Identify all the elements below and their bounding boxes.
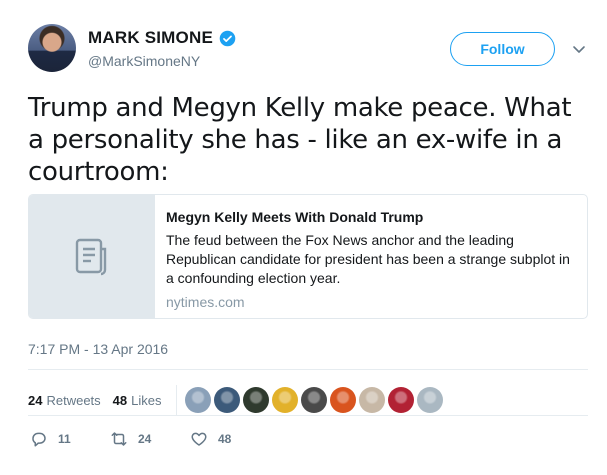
author-avatar[interactable] — [28, 24, 76, 72]
verified-badge-icon — [219, 30, 236, 47]
retweet-icon — [111, 432, 127, 446]
liker-avatar[interactable] — [329, 387, 356, 413]
retweet-action[interactable]: 24 — [110, 430, 190, 448]
liker-avatar[interactable] — [358, 387, 385, 413]
heart-icon — [191, 432, 207, 446]
liker-avatar[interactable] — [387, 387, 414, 413]
divider — [28, 415, 588, 416]
follow-button[interactable]: Follow — [450, 32, 555, 66]
likes-stat[interactable]: 48 Likes — [113, 393, 162, 408]
card-description: The feud between the Fox News anchor and… — [166, 232, 570, 286]
stats-separator — [175, 385, 177, 415]
tweet-actions: 11 24 48 — [30, 430, 270, 448]
author-handle[interactable]: @MarkSimoneNY — [88, 53, 200, 69]
divider — [28, 369, 588, 370]
likes-count: 48 — [112, 392, 128, 408]
author-display-name[interactable]: MARK SIMONE — [88, 28, 213, 48]
liker-avatar[interactable] — [271, 387, 298, 413]
tweet-timestamp[interactable]: 7:17 PM - 13 Apr 2016 — [28, 341, 168, 357]
retweets-stat[interactable]: 24 Retweets — [28, 393, 101, 408]
liker-avatar[interactable] — [213, 387, 240, 413]
like-count: 48 — [218, 432, 232, 446]
retweets-count: 24 — [28, 392, 43, 408]
liker-avatar[interactable] — [184, 387, 211, 413]
card-domain: nytimes.com — [166, 294, 245, 310]
tweet-stats: 24 Retweets 48 Likes — [28, 385, 443, 415]
retweet-count: 24 — [138, 432, 152, 446]
liker-avatars — [184, 387, 443, 413]
likes-label: Likes — [131, 392, 162, 408]
reply-action[interactable]: 11 — [30, 430, 110, 448]
card-thumbnail — [29, 195, 155, 318]
author-name-row[interactable]: MARK SIMONE — [88, 28, 236, 48]
liker-avatar[interactable] — [300, 387, 327, 413]
liker-avatar[interactable] — [416, 387, 443, 413]
like-action[interactable]: 48 — [190, 430, 270, 448]
link-card[interactable]: Megyn Kelly Meets With Donald Trump The … — [28, 194, 588, 319]
retweets-label: Retweets — [46, 392, 101, 408]
reply-icon — [32, 432, 46, 447]
tweet-text: Trump and Megyn Kelly make peace. What a… — [28, 93, 572, 187]
chevron-down-icon[interactable] — [572, 42, 586, 56]
document-icon — [75, 238, 106, 275]
liker-avatar[interactable] — [242, 387, 269, 413]
reply-count: 11 — [58, 432, 71, 446]
card-title: Megyn Kelly Meets With Donald Trump — [166, 209, 424, 225]
card-body: Megyn Kelly Meets With Donald Trump The … — [155, 195, 587, 318]
